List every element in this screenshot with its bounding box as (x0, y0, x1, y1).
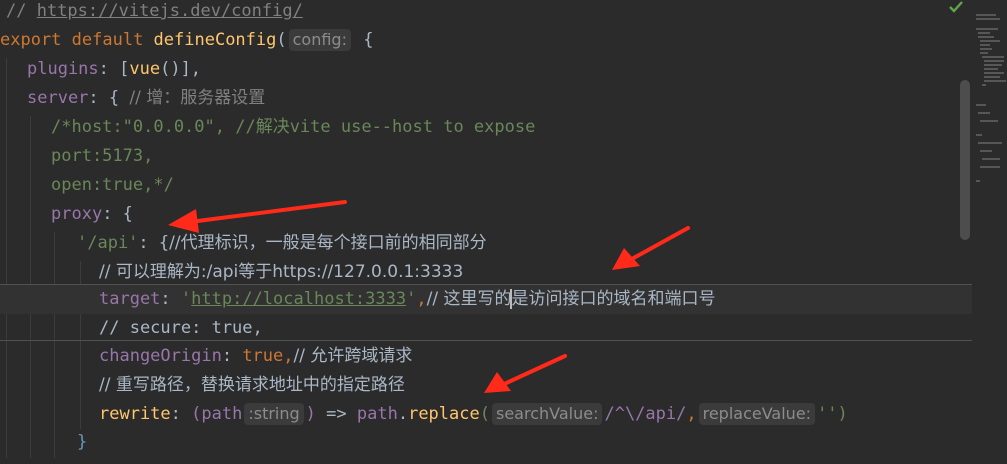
arrow-to-proxy (168, 200, 347, 233)
arrow-to-rewrite-comment (484, 354, 567, 393)
annotation-arrows (168, 200, 690, 393)
arrow-to-target-comment (612, 226, 690, 270)
